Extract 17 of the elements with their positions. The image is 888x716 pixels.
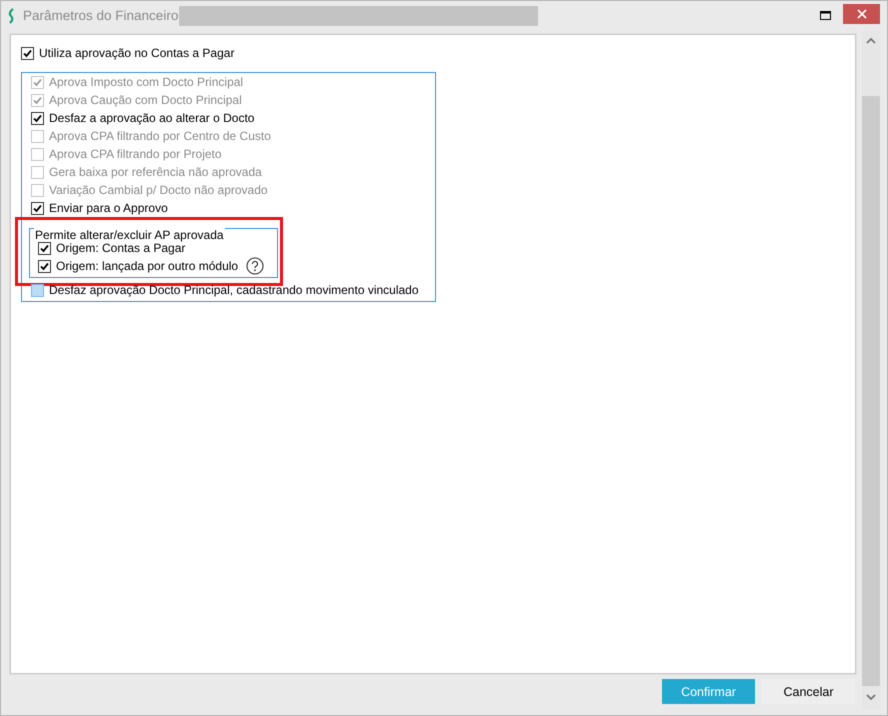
scroll-up-icon[interactable] bbox=[866, 38, 876, 44]
scroll-down-icon[interactable] bbox=[866, 694, 876, 700]
cancel-button[interactable]: Cancelar bbox=[762, 679, 855, 704]
maximize-icon[interactable] bbox=[820, 11, 831, 20]
checkbox[interactable]: Origem: Contas a Pagar bbox=[38, 241, 186, 255]
checkbox[interactable]: Utiliza aprovação no Contas a Pagar bbox=[21, 46, 234, 60]
check-icon bbox=[33, 204, 42, 212]
check-icon bbox=[23, 48, 32, 58]
close-icon bbox=[856, 8, 866, 18]
checkbox[interactable]: Origem: lançada por outro módulo bbox=[38, 259, 238, 273]
close-button[interactable] bbox=[843, 4, 880, 24]
checkbox[interactable]: Enviar para o Approvo bbox=[31, 201, 168, 215]
checkbox[interactable]: Desfaz aprovação Docto Principal, cadastrando movimento vinculado bbox=[31, 283, 419, 297]
group-title: Permite alterar/excluir AP aprovada bbox=[34, 228, 225, 242]
help-icon[interactable] bbox=[246, 257, 264, 275]
window-title: Parâmetros do Financeiro bbox=[23, 8, 178, 23]
checkbox[interactable]: Desfaz a aprovação ao alterar o Docto bbox=[31, 111, 254, 125]
